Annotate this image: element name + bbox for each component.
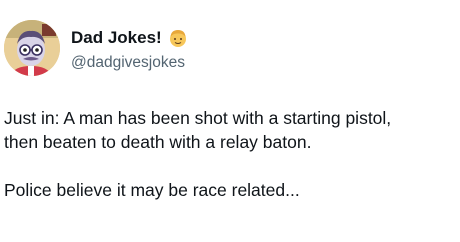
tweet-card: Dad Jokes! @dadgivesjokes Just in: A man…	[0, 0, 460, 242]
author-display-name[interactable]: Dad Jokes!	[71, 28, 162, 48]
tweet-paragraph: Police believe it may be race related...	[4, 180, 300, 200]
cartoon-dad-avatar-icon	[4, 20, 60, 76]
tweet-text: Just in: A man has been shot with a star…	[4, 106, 456, 202]
tweet-paragraph: Just in: A man has been shot with a star…	[4, 108, 392, 152]
author-avatar[interactable]	[4, 20, 60, 76]
author-display-name-row[interactable]: Dad Jokes!	[71, 28, 188, 48]
author-handle[interactable]: @dadgivesjokes	[71, 53, 185, 73]
man-face-emoji-icon	[168, 28, 188, 48]
